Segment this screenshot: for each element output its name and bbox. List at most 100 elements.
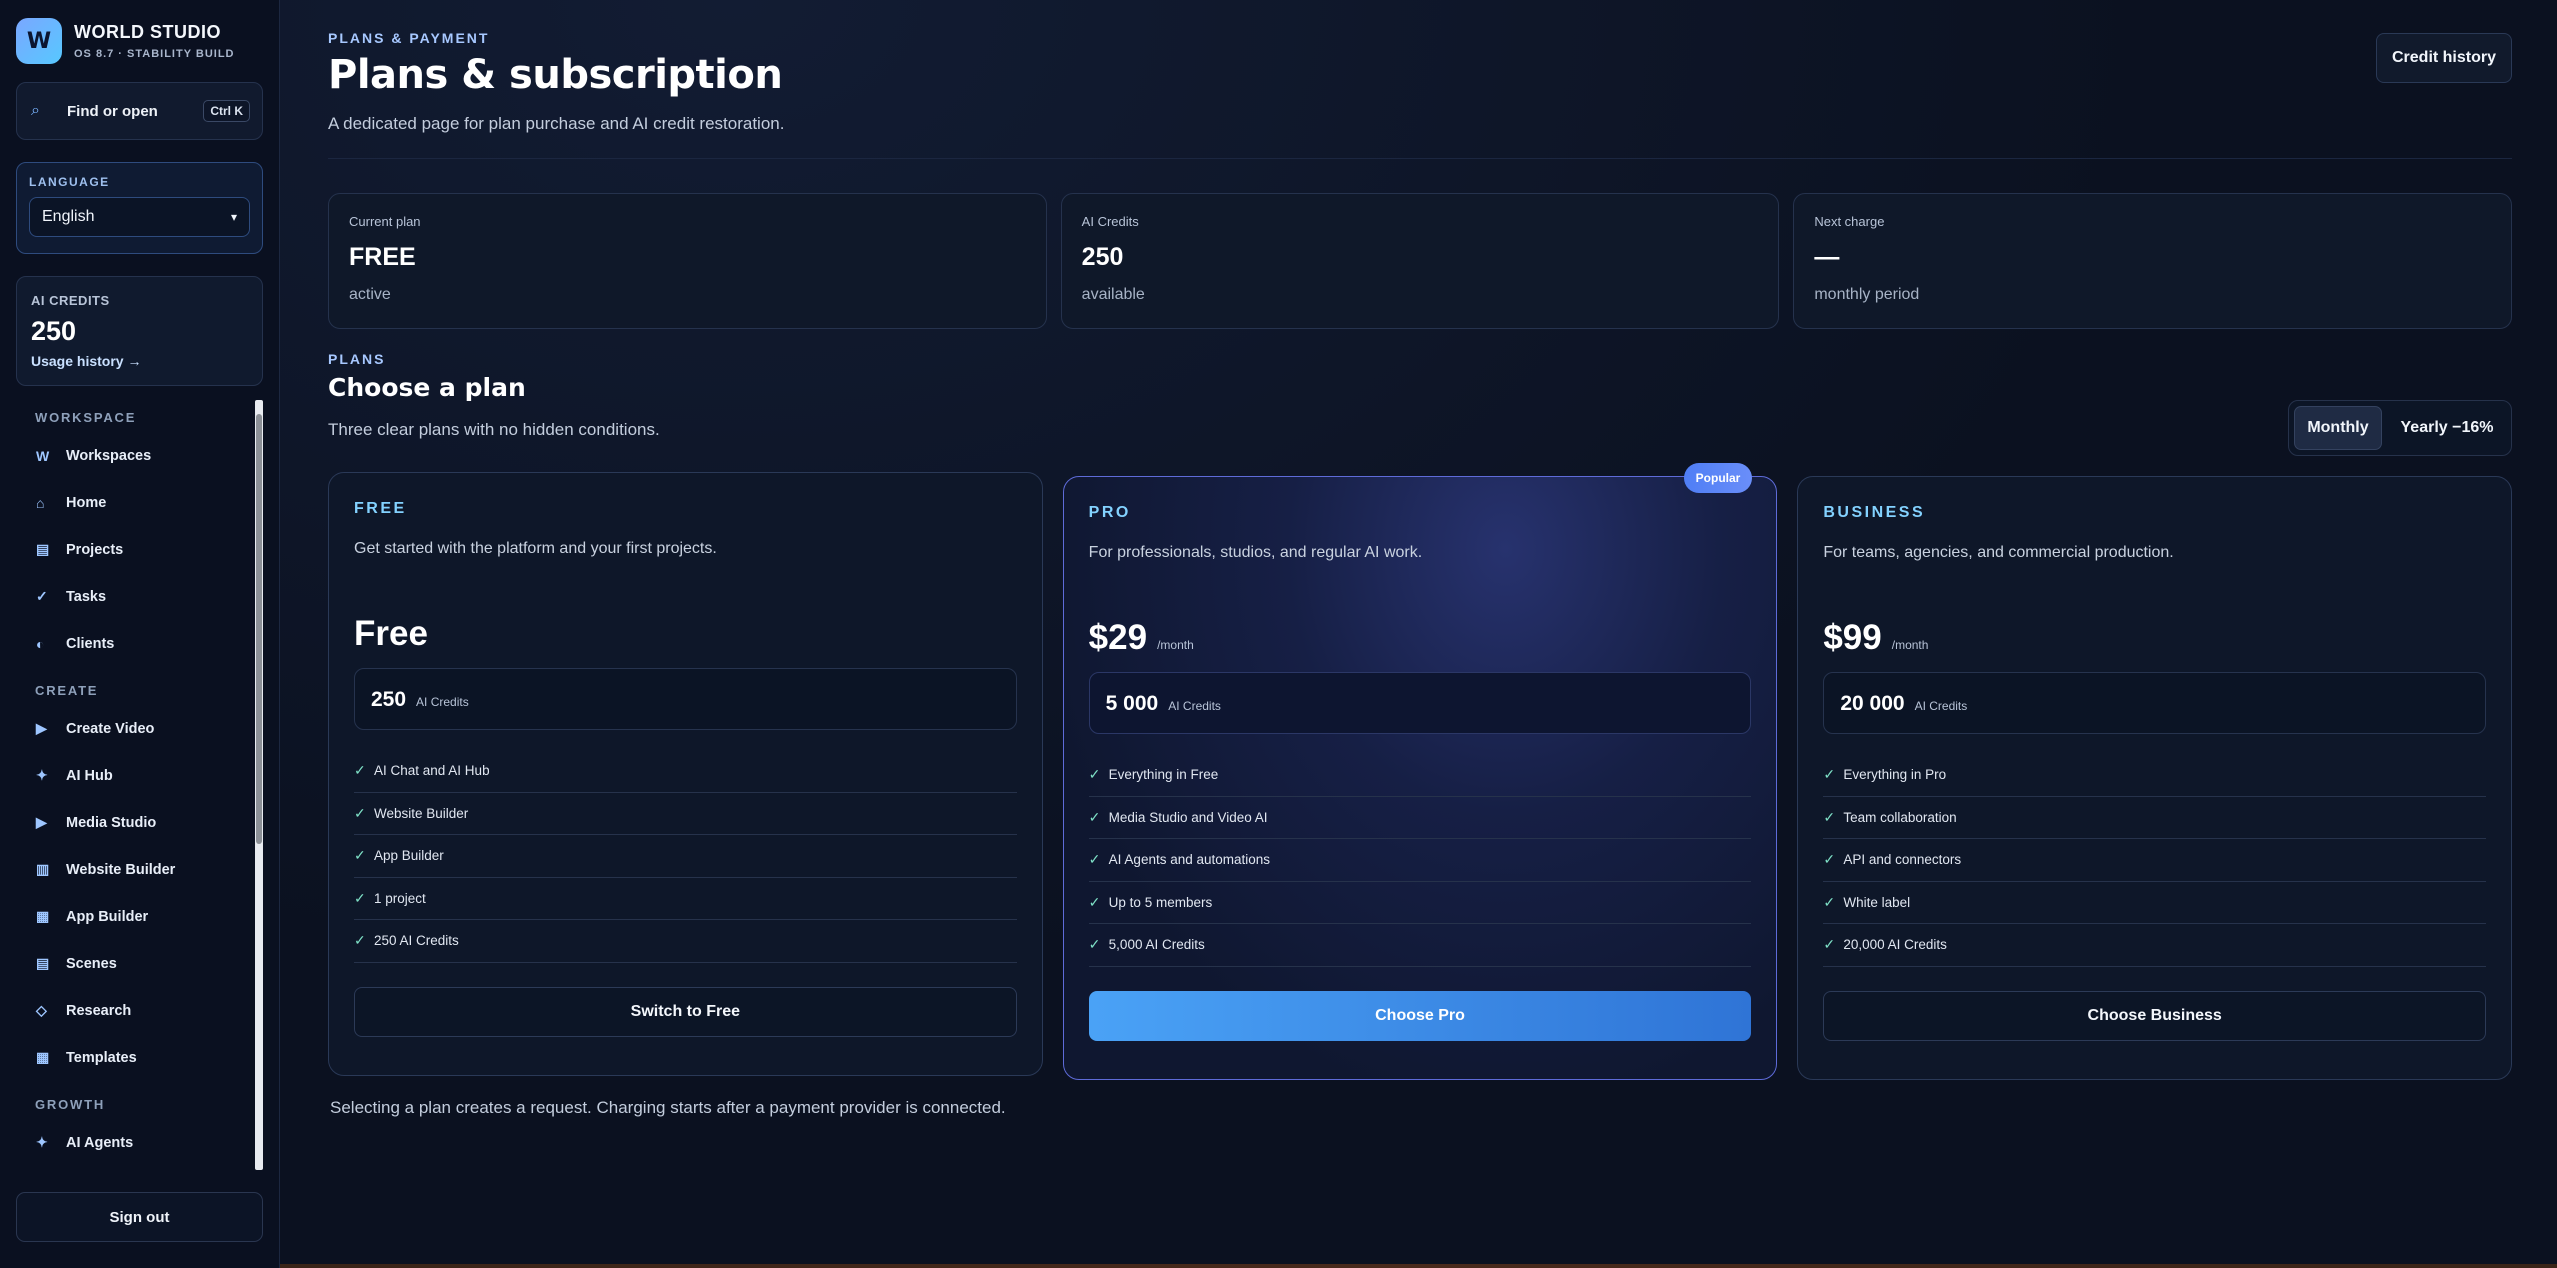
grid-icon: ▦ — [36, 908, 50, 924]
brand-subtitle: OS 8.7 · STABILITY BUILD — [74, 48, 235, 60]
language-select[interactable]: English ▾ — [29, 197, 250, 237]
page-title: Plans & subscription — [328, 52, 783, 98]
check-icon: ✓ — [1823, 936, 1836, 953]
check-icon: ✓ — [1088, 893, 1101, 910]
feature-label: AI Chat and AI Hub — [374, 763, 490, 779]
chevron-down-icon: ▾ — [230, 210, 237, 224]
bottom-strip — [280, 1264, 2557, 1268]
feature-item: ✓ Team collaboration — [1823, 797, 2487, 839]
plan-features: ✓ AI Chat and AI Hub ✓ Website Builder ✓ Ap… — [354, 750, 1017, 963]
nav-section-create: CREATE — [35, 682, 99, 698]
scrollbar-thumb[interactable] — [256, 414, 262, 844]
plans-title: Choose a plan — [328, 373, 526, 402]
sidebar-item-workspaces[interactable]: W Workspaces — [16, 432, 263, 479]
plan-credits-unit: AI Credits — [416, 695, 469, 709]
plan-description: For professionals, studios, and regular … — [1088, 544, 1423, 561]
check-icon: ✓ — [1823, 851, 1836, 868]
sidebar-item-media-studio[interactable]: ▶ Media Studio — [16, 799, 263, 846]
plan-card-business: BUSINESS For teams, agencies, and commer… — [1797, 476, 2513, 1080]
feature-label: Up to 5 members — [1108, 894, 1213, 910]
stat-label: Current plan — [349, 214, 421, 229]
check-icon: ✓ — [354, 762, 366, 779]
feature-item: ✓ White label — [1823, 882, 2487, 924]
sidebar-item-label: Scenes — [66, 955, 117, 972]
sidebar-item-app-builder[interactable]: ▦ App Builder — [16, 893, 263, 940]
sidebar-scrollbar[interactable] — [255, 400, 263, 1170]
plan-credits-unit: AI Credits — [1914, 699, 1968, 713]
find-or-open-button[interactable]: ⌕ Find or open Ctrl K — [16, 82, 263, 140]
nav-section-growth: GROWTH — [35, 1096, 106, 1112]
check-icon: ✓ — [1823, 808, 1836, 825]
clients-icon: ◐ — [36, 635, 45, 652]
sidebar-item-label: Home — [66, 494, 107, 511]
feature-label: 250 AI Credits — [374, 933, 459, 949]
sidebar-item-research[interactable]: ◇ Research — [16, 987, 263, 1034]
stat-value: — — [1814, 243, 1840, 271]
sidebar-item-projects[interactable]: ▤ Projects — [16, 526, 263, 573]
sidebar-item-label: App Builder — [66, 908, 149, 925]
feature-item: ✓ Website Builder — [354, 793, 1017, 835]
ai-credits-value: 250 — [31, 316, 77, 346]
header-divider — [328, 158, 2512, 159]
feature-item: ✓ 250 AI Credits — [354, 920, 1017, 963]
feature-label: 5,000 AI Credits — [1108, 937, 1205, 953]
feature-item: ✓ App Builder — [354, 835, 1017, 878]
feature-item: ✓ AI Agents and automations — [1088, 839, 1752, 882]
plan-price: $99 — [1823, 618, 1882, 657]
plan-price: $29 — [1088, 618, 1148, 657]
check-icon: ✓ — [1823, 766, 1836, 783]
plan-features: ✓ Everything in Pro ✓ Team collaboration ✓… — [1823, 754, 2487, 967]
sidebar-item-clients[interactable]: ◐ Clients — [16, 620, 263, 667]
sidebar-item-tasks[interactable]: ✓ Tasks — [16, 573, 263, 620]
sidebar-item-ai-agents[interactable]: ✦ AI Agents — [16, 1119, 263, 1166]
feature-label: 20,000 AI Credits — [1843, 937, 1947, 953]
play-icon: ▶ — [36, 814, 47, 830]
credit-history-button[interactable]: Credit history — [2376, 33, 2512, 83]
language-selected-value: English — [42, 208, 95, 225]
plan-credits-amount: 20 000 — [1840, 692, 1905, 715]
sidebar-item-website-builder[interactable]: ▥ Website Builder — [16, 846, 263, 893]
nav-section-workspace: WORKSPACE — [35, 409, 137, 425]
plan-name: PRO — [1088, 504, 1131, 521]
stat-label: Next charge — [1814, 214, 1885, 229]
sign-out-button[interactable]: Sign out — [16, 1192, 263, 1242]
feature-item: ✓ Up to 5 members — [1088, 882, 1752, 924]
brand-logo-icon: W — [16, 18, 62, 64]
plan-credits-unit: AI Credits — [1168, 699, 1221, 713]
diamond-icon: ◇ — [36, 1002, 47, 1018]
plan-name: FREE — [354, 500, 407, 517]
usage-history-link[interactable]: Usage history → — [31, 353, 248, 369]
choose-business-button[interactable]: Choose Business — [1823, 990, 2487, 1041]
plans-grid: FREE Get started with the platform and y… — [328, 463, 2513, 1080]
search-icon: ⌕ — [31, 102, 40, 119]
sidebar-item-label: Projects — [66, 541, 124, 558]
workspaces-icon: W — [36, 447, 50, 464]
find-or-open-label: Find or open — [67, 102, 158, 120]
choose-pro-button[interactable]: Choose Pro — [1088, 990, 1752, 1041]
sidebar-item-ai-hub[interactable]: ✦ AI Hub — [16, 752, 263, 799]
plan-price-row: $99 /month — [1823, 618, 2486, 658]
check-icon: ✓ — [1088, 808, 1101, 825]
switch-to-free-button[interactable]: Switch to Free — [354, 986, 1017, 1037]
sidebar-item-create-video[interactable]: ▶ Create Video — [16, 705, 263, 752]
sidebar-item-label: Media Studio — [66, 814, 157, 831]
plan-credits-amount: 5 000 — [1105, 692, 1159, 715]
sidebar-item-home[interactable]: ⌂ Home — [16, 479, 263, 526]
brand[interactable]: W WORLD STUDIO OS 8.7 · STABILITY BUILD — [16, 18, 263, 64]
check-icon: ✓ — [36, 588, 48, 604]
sparkle-icon: ✦ — [36, 767, 48, 783]
sidebar-item-label: Create Video — [66, 720, 155, 737]
sidebar: W WORLD STUDIO OS 8.7 · STABILITY BUILD … — [0, 0, 280, 1268]
billing-monthly-option[interactable]: Monthly — [2294, 406, 2382, 450]
sidebar-item-templates[interactable]: ▦ Templates — [16, 1034, 263, 1081]
sidebar-item-label: AI Hub — [66, 767, 113, 784]
scenes-icon: ▤ — [36, 955, 50, 971]
feature-item: ✓ Everything in Free — [1088, 754, 1752, 797]
plan-price: Free — [354, 614, 428, 653]
check-icon: ✓ — [354, 932, 366, 949]
check-icon: ✓ — [1823, 893, 1836, 910]
sidebar-item-scenes[interactable]: ▤ Scenes — [16, 940, 263, 987]
billing-yearly-option[interactable]: Yearly −16% — [2388, 406, 2506, 450]
feature-item: ✓ 1 project — [354, 878, 1017, 920]
footer-note: Selecting a plan creates a request. Char… — [330, 1098, 1006, 1117]
